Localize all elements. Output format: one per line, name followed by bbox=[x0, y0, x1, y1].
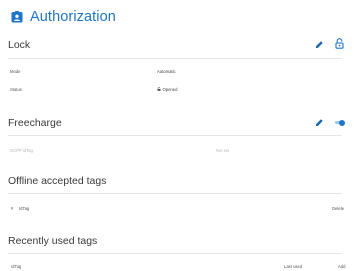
freecharge-divider bbox=[8, 135, 342, 136]
page-title: Authorization bbox=[30, 9, 116, 25]
freecharge-toggle[interactable] bbox=[334, 119, 345, 126]
freecharge-edit-pencil-icon[interactable] bbox=[315, 118, 324, 127]
toggle-knob bbox=[339, 119, 345, 126]
lock-status: Opened bbox=[157, 87, 177, 92]
lock-status-label: Status bbox=[10, 87, 22, 92]
lock-mode-value: Automatic bbox=[157, 69, 176, 74]
offline-tags-col-delete: Delete bbox=[332, 206, 345, 211]
lock-open-small-icon bbox=[157, 87, 161, 91]
freecharge-section-title: Freecharge bbox=[8, 117, 62, 129]
offline-tags-col-index: # bbox=[11, 206, 14, 211]
lock-divider bbox=[8, 58, 342, 59]
offline-tags-col-idtag: IdTag bbox=[19, 206, 30, 211]
lock-section-title: Lock bbox=[8, 39, 31, 51]
recent-tags-col-idtag: IdTag bbox=[11, 264, 22, 269]
lock-open-icon[interactable] bbox=[335, 38, 344, 49]
recent-tags-section-title: Recently used tags bbox=[8, 235, 98, 247]
recent-tags-divider bbox=[8, 253, 342, 254]
freecharge-idtag-label: OCPP idTag bbox=[10, 148, 33, 153]
badge-icon bbox=[11, 11, 23, 23]
offline-tags-divider bbox=[8, 193, 342, 194]
freecharge-idtag-value: Not set bbox=[216, 148, 230, 153]
recent-tags-col-last-used: Last used bbox=[284, 264, 303, 269]
recent-tags-col-add: Add bbox=[338, 264, 346, 269]
page-header: Authorization bbox=[11, 8, 116, 26]
lock-edit-pencil-icon[interactable] bbox=[315, 40, 324, 49]
offline-tags-section-title: Offline accepted tags bbox=[8, 175, 107, 187]
lock-status-value: Opened bbox=[162, 86, 178, 92]
lock-mode-label: Mode bbox=[10, 69, 21, 74]
